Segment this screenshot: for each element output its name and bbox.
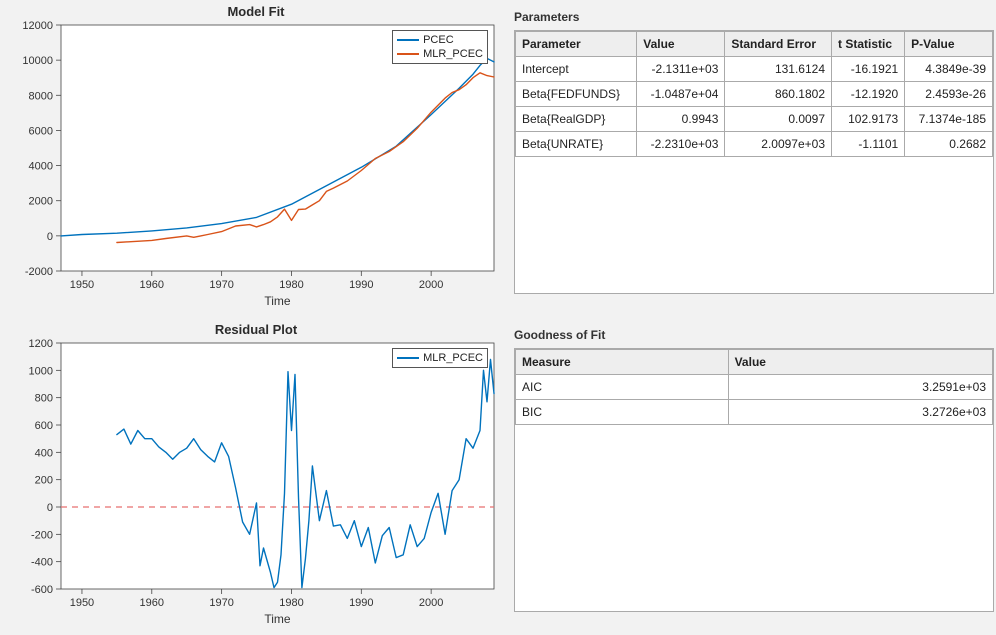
svg-text:0: 0 — [47, 231, 53, 243]
table-row: Beta{FEDFUNDS}-1.0487e+04860.1802-12.192… — [516, 82, 993, 107]
model-fit-legend: PCEC MLR_PCEC — [392, 30, 488, 64]
table-cell: 0.9943 — [637, 107, 725, 132]
svg-text:400: 400 — [35, 447, 53, 459]
parameters-title: Parameters — [514, 10, 994, 24]
legend-swatch-pcec — [397, 39, 419, 41]
svg-text:1990: 1990 — [349, 279, 373, 291]
svg-text:1970: 1970 — [209, 597, 233, 609]
svg-text:Time: Time — [264, 294, 291, 308]
table-cell: BIC — [516, 400, 729, 425]
parameters-table: ParameterValueStandard Errort StatisticP… — [515, 31, 993, 157]
residual-chart: Residual Plot -600 -400 -200 0 200 400 600 800 1… — [6, 322, 506, 632]
svg-text:2000: 2000 — [29, 196, 53, 208]
svg-text:6000: 6000 — [29, 125, 53, 137]
residual-legend: MLR_PCEC — [392, 348, 488, 368]
svg-text:-2000: -2000 — [25, 266, 53, 278]
table-cell: Beta{FEDFUNDS} — [516, 82, 637, 107]
table-cell: 102.9173 — [832, 107, 905, 132]
table-row: BIC3.2726e+03 — [516, 400, 993, 425]
table-row: Beta{UNRATE}-2.2310e+032.0097e+03-1.1101… — [516, 132, 993, 157]
table-header: P-Value — [905, 32, 993, 57]
model-fit-title: Model Fit — [6, 4, 506, 19]
table-row: Intercept-2.1311e+03131.6124-16.19214.38… — [516, 57, 993, 82]
table-cell: 3.2726e+03 — [728, 400, 992, 425]
svg-text:Time: Time — [264, 612, 291, 626]
svg-text:800: 800 — [35, 393, 53, 405]
table-cell: -16.1921 — [832, 57, 905, 82]
table-cell: 0.0097 — [725, 107, 832, 132]
table-row: AIC3.2591e+03 — [516, 375, 993, 400]
table-cell: Beta{UNRATE} — [516, 132, 637, 157]
svg-text:1950: 1950 — [70, 279, 94, 291]
goodness-section: Goodness of Fit MeasureValueAIC3.2591e+0… — [514, 322, 994, 632]
table-cell: Beta{RealGDP} — [516, 107, 637, 132]
svg-text:-200: -200 — [31, 529, 53, 541]
svg-text:2000: 2000 — [419, 279, 443, 291]
table-cell: 0.2682 — [905, 132, 993, 157]
table-header: t Statistic — [832, 32, 905, 57]
table-cell: -1.0487e+04 — [637, 82, 725, 107]
svg-text:1000: 1000 — [29, 365, 53, 377]
table-cell: -2.1311e+03 — [637, 57, 725, 82]
svg-text:12000: 12000 — [22, 20, 53, 32]
legend-item-residual: MLR_PCEC — [397, 351, 483, 365]
svg-text:1980: 1980 — [279, 597, 303, 609]
table-cell: Intercept — [516, 57, 637, 82]
parameters-panel: ParameterValueStandard Errort StatisticP… — [514, 30, 994, 294]
svg-text:1200: 1200 — [29, 338, 53, 350]
table-cell: 2.4593e-26 — [905, 82, 993, 107]
residual-plot: -600 -400 -200 0 200 400 600 800 1000 1200 1950 196… — [6, 337, 506, 627]
table-cell: 4.3849e-39 — [905, 57, 993, 82]
table-cell: 131.6124 — [725, 57, 832, 82]
svg-text:1970: 1970 — [209, 279, 233, 291]
table-cell: 2.0097e+03 — [725, 132, 832, 157]
legend-swatch-residual — [397, 357, 419, 359]
svg-text:1960: 1960 — [140, 597, 164, 609]
legend-item-mlrpcec: MLR_PCEC — [397, 47, 483, 61]
table-header: Value — [637, 32, 725, 57]
legend-label-residual: MLR_PCEC — [423, 351, 483, 365]
table-header: Standard Error — [725, 32, 832, 57]
table-cell: 860.1802 — [725, 82, 832, 107]
table-cell: -2.2310e+03 — [637, 132, 725, 157]
svg-text:1990: 1990 — [349, 597, 373, 609]
legend-label-mlrpcec: MLR_PCEC — [423, 47, 483, 61]
legend-item-pcec: PCEC — [397, 33, 483, 47]
table-cell: 3.2591e+03 — [728, 375, 992, 400]
svg-text:2000: 2000 — [419, 597, 443, 609]
svg-text:0: 0 — [47, 502, 53, 514]
table-cell: -12.1920 — [832, 82, 905, 107]
svg-text:200: 200 — [35, 475, 53, 487]
svg-text:-600: -600 — [31, 584, 53, 596]
svg-text:-400: -400 — [31, 557, 53, 569]
svg-text:8000: 8000 — [29, 90, 53, 102]
svg-text:4000: 4000 — [29, 161, 53, 173]
parameters-section: Parameters ParameterValueStandard Errort… — [514, 4, 994, 314]
legend-label-pcec: PCEC — [423, 33, 454, 47]
svg-text:1950: 1950 — [70, 597, 94, 609]
table-cell: -1.1101 — [832, 132, 905, 157]
table-row: Beta{RealGDP}0.99430.0097102.91737.1374e… — [516, 107, 993, 132]
table-header: Parameter — [516, 32, 637, 57]
svg-text:600: 600 — [35, 420, 53, 432]
goodness-title: Goodness of Fit — [514, 328, 994, 342]
residual-title: Residual Plot — [6, 322, 506, 337]
svg-text:10000: 10000 — [22, 55, 53, 67]
goodness-table: MeasureValueAIC3.2591e+03BIC3.2726e+03 — [515, 349, 993, 425]
table-cell: AIC — [516, 375, 729, 400]
goodness-panel: MeasureValueAIC3.2591e+03BIC3.2726e+03 — [514, 348, 994, 612]
legend-swatch-mlrpcec — [397, 53, 419, 55]
table-header: Value — [728, 350, 992, 375]
table-cell: 7.1374e-185 — [905, 107, 993, 132]
model-fit-chart: Model Fit -2000 0 2000 4000 6000 8000 10000 120… — [6, 4, 506, 314]
svg-text:1980: 1980 — [279, 279, 303, 291]
table-header: Measure — [516, 350, 729, 375]
svg-text:1960: 1960 — [140, 279, 164, 291]
